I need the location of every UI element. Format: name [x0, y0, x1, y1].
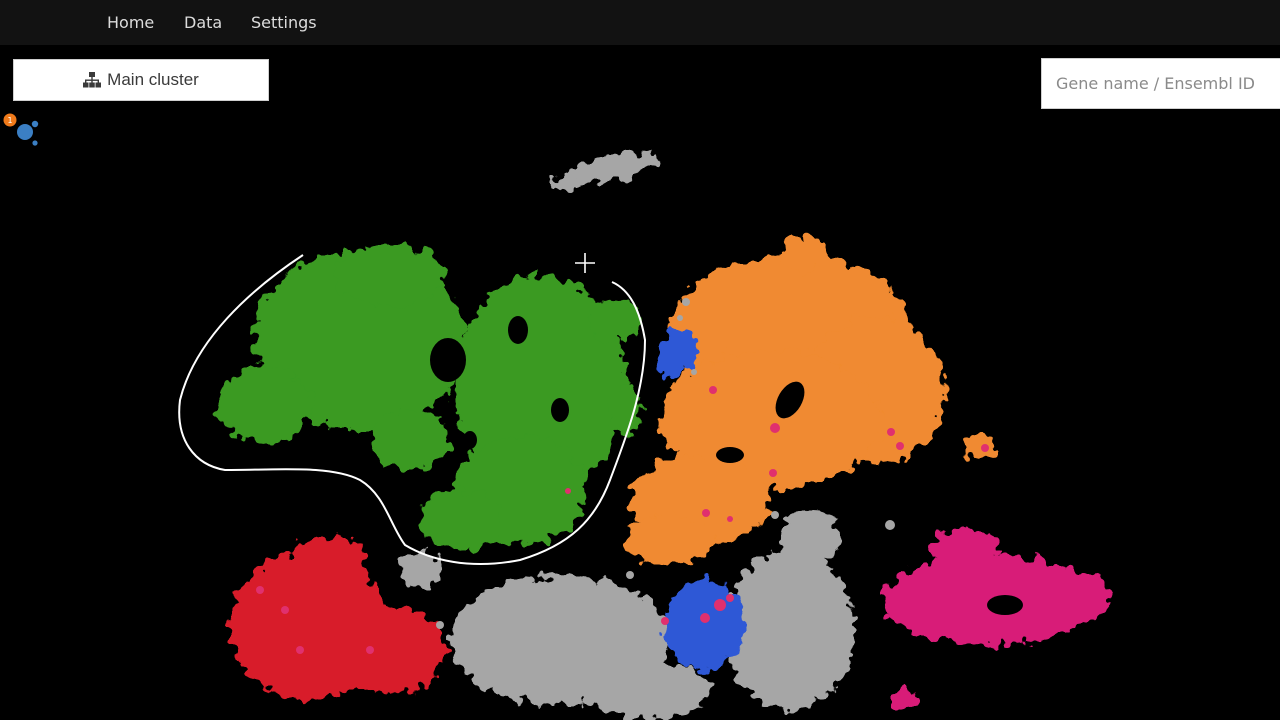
main-cluster-label: Main cluster — [107, 70, 199, 89]
cluster-gray-top — [552, 151, 660, 191]
cluster-green — [217, 245, 643, 550]
cluster-pink-gaps — [987, 595, 1023, 615]
cluster-blue-lower — [665, 580, 745, 670]
status-indicator[interactable]: 1 — [0, 110, 42, 152]
crosshair-cursor-icon — [575, 253, 595, 273]
scatter-plot[interactable] — [0, 45, 1280, 720]
main-cluster-button[interactable]: Main cluster — [13, 59, 269, 101]
gene-search-input[interactable] — [1041, 58, 1280, 109]
nav-home-link[interactable]: Home — [107, 13, 154, 32]
top-navbar: Home Data Settings — [0, 0, 1280, 45]
cluster-pink — [880, 528, 1110, 710]
nav-data-link[interactable]: Data — [184, 13, 222, 32]
sitemap-icon — [83, 72, 102, 88]
nav-settings-link[interactable]: Settings — [251, 13, 317, 32]
notification-badge-count: 1 — [7, 116, 12, 125]
